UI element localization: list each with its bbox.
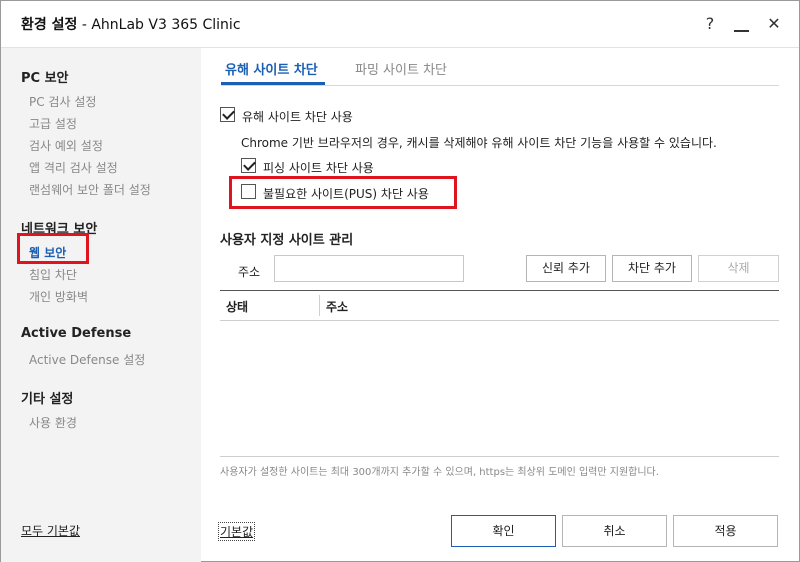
add-blocked-button[interactable]: 차단 추가 — [612, 255, 692, 282]
sidebar-section-pc-security: PC 보안 — [21, 71, 69, 86]
custom-sites-note: 사용자가 설정한 사이트는 최대 300개까지 추가할 수 있으며, https… — [220, 467, 659, 478]
table-header-bottom-border — [220, 320, 779, 321]
ok-button[interactable]: 확인 — [451, 515, 556, 547]
table-bottom-border — [220, 456, 779, 457]
pus-highlight-box — [229, 176, 457, 209]
title-bar: 환경 설정 - AhnLab V3 365 Clinic ? ✕ — [1, 1, 799, 47]
tab-divider — [221, 85, 779, 86]
sidebar-section-active-defense: Active Defense — [21, 326, 132, 341]
add-trusted-button[interactable]: 신뢰 추가 — [526, 255, 606, 282]
block-phishing-label: 피싱 사이트 차단 사용 — [263, 161, 374, 175]
sidebar-item-ransomware-folder[interactable]: 랜섬웨어 보안 폴더 설정 — [29, 181, 151, 198]
delete-button[interactable]: 삭제 — [698, 255, 779, 282]
window-title: 환경 설정 - AhnLab V3 365 Clinic — [21, 17, 241, 33]
block-harmful-label: 유해 사이트 차단 사용 — [242, 110, 353, 124]
address-label: 주소 — [238, 265, 261, 279]
sidebar-item-scan-exclusion[interactable]: 검사 예외 설정 — [29, 137, 103, 154]
sidebar-item-intrusion-block[interactable]: 침입 차단 — [29, 266, 77, 283]
sidebar-section-other: 기타 설정 — [21, 392, 74, 407]
block-phishing-checkbox[interactable] — [241, 158, 256, 173]
minimize-icon[interactable] — [731, 13, 753, 35]
custom-sites-table: 상태 주소 — [220, 290, 779, 455]
apply-button[interactable]: 적용 — [673, 515, 778, 547]
custom-sites-title: 사용자 지정 사이트 관리 — [220, 233, 354, 248]
reset-defaults-link[interactable]: 기본값 — [218, 522, 256, 541]
chrome-cache-description: Chrome 기반 브라우저의 경우, 캐시를 삭제해야 유해 사이트 차단 기… — [241, 136, 717, 150]
block-harmful-checkbox[interactable] — [220, 107, 235, 122]
close-icon[interactable]: ✕ — [763, 13, 785, 35]
sidebar-item-pc-scan[interactable]: PC 검사 설정 — [29, 93, 96, 110]
sidebar-item-environment[interactable]: 사용 환경 — [29, 414, 77, 431]
sidebar-item-advanced[interactable]: 고급 설정 — [29, 115, 77, 132]
column-header-status[interactable]: 상태 — [226, 298, 248, 315]
sidebar-item-app-isolation[interactable]: 앱 격리 검사 설정 — [29, 159, 118, 176]
cancel-button[interactable]: 취소 — [562, 515, 667, 547]
settings-window: 환경 설정 - AhnLab V3 365 Clinic ? ✕ PC 보안 P… — [0, 0, 800, 562]
column-header-address[interactable]: 주소 — [326, 298, 348, 315]
web-security-highlight-box — [17, 233, 89, 264]
sidebar-item-active-defense-settings[interactable]: Active Defense 설정 — [29, 351, 145, 368]
sidebar-item-personal-firewall[interactable]: 개인 방화벽 — [29, 288, 88, 305]
table-header-top-border — [220, 290, 779, 291]
tab-harmful-site-block[interactable]: 유해 사이트 차단 — [225, 59, 318, 78]
column-separator[interactable] — [319, 295, 320, 316]
reset-all-link[interactable]: 모두 기본값 — [21, 522, 80, 539]
sidebar: PC 보안 PC 검사 설정 고급 설정 검사 예외 설정 앱 격리 검사 설정… — [1, 48, 201, 562]
tab-pharming-site-block[interactable]: 파밍 사이트 차단 — [355, 59, 447, 78]
address-input[interactable] — [274, 255, 464, 282]
help-icon[interactable]: ? — [699, 13, 721, 35]
